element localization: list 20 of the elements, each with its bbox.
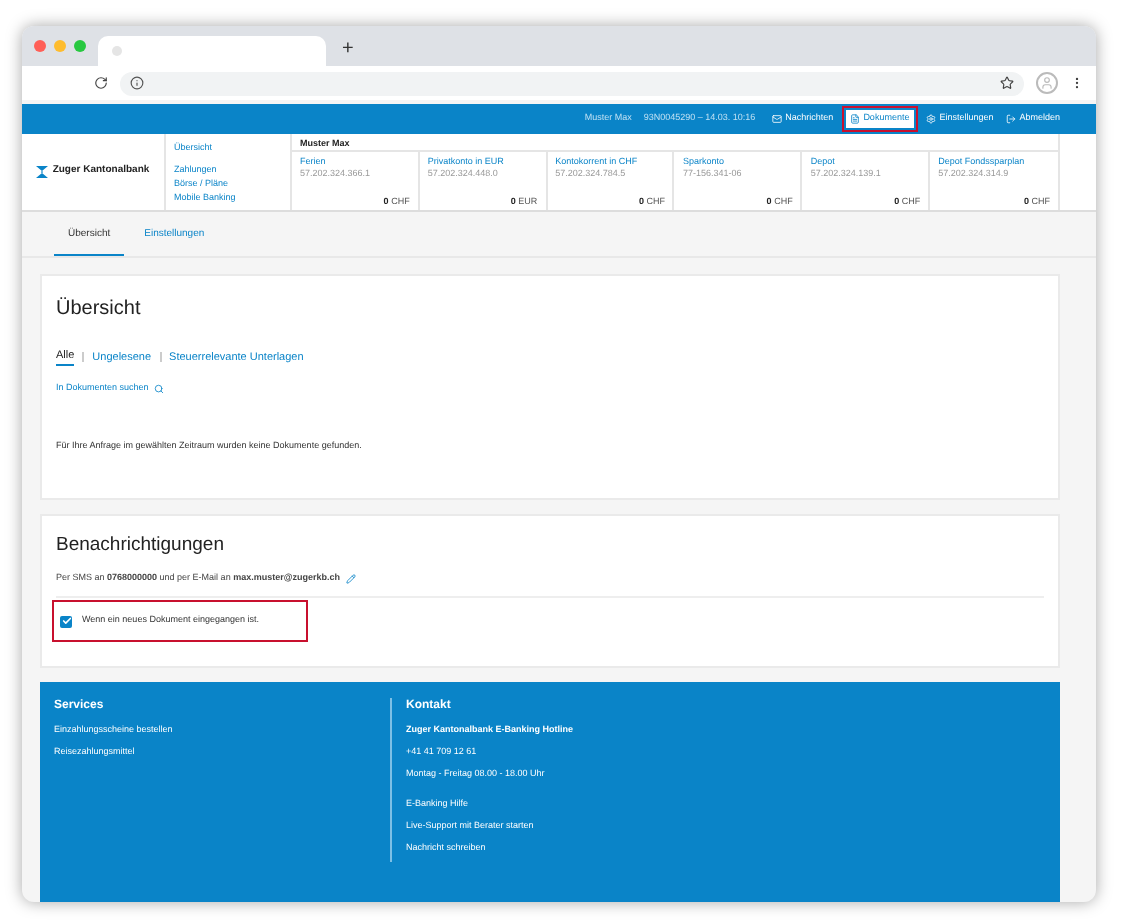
edit-icon[interactable]	[345, 574, 356, 585]
document-icon	[849, 113, 860, 124]
section-title: Benachrichtigungen	[56, 532, 226, 561]
maximize-window-icon[interactable]	[74, 40, 86, 52]
reload-icon[interactable]	[94, 76, 108, 91]
favicon-icon	[112, 46, 122, 57]
menu-icon[interactable]	[1070, 76, 1084, 91]
profile-avatar[interactable]	[1036, 72, 1058, 95]
new-tab-button[interactable]: +	[342, 38, 354, 63]
logout-icon	[1005, 113, 1016, 124]
checkbox[interactable]	[60, 615, 72, 628]
info-icon[interactable]	[130, 76, 144, 91]
close-window-icon[interactable]	[34, 40, 46, 52]
minimize-window-icon[interactable]	[54, 40, 66, 52]
search-icon[interactable]	[154, 384, 165, 395]
mail-icon	[771, 113, 782, 124]
bookmark-star-icon[interactable]	[1000, 76, 1014, 91]
bank-logo-icon	[36, 165, 49, 178]
settings-icon	[925, 113, 936, 124]
section-title: Übersicht	[56, 295, 143, 325]
